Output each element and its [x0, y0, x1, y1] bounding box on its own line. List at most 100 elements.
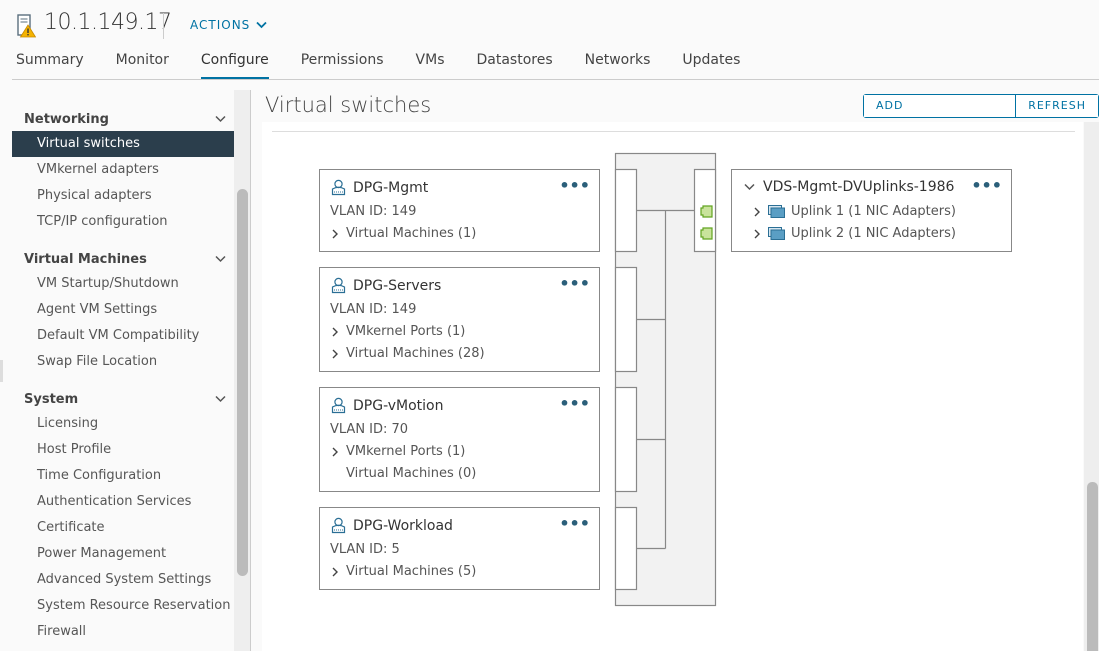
vlan-id: VLAN ID: 149 [330, 302, 417, 317]
sidebar-item-physical-adapters[interactable]: Physical adapters [12, 183, 234, 209]
chevron-right-icon [754, 229, 760, 238]
chevron-right-icon [754, 207, 760, 216]
sidebar-item-firewall[interactable]: Firewall [12, 619, 234, 645]
tab-vms[interactable]: VMs [416, 52, 445, 79]
sidebar-item-agent-vm-settings[interactable]: Agent VM Settings [12, 297, 234, 323]
port-group-header[interactable]: DPG-vMotion [330, 397, 444, 414]
port-group-icon [331, 397, 346, 414]
sidebar-item-system-resource-reservation[interactable]: System Resource Reservation [12, 593, 234, 619]
sidebar-item-licensing[interactable]: Licensing [12, 411, 234, 437]
uplink-item[interactable]: Uplink 1 (1 NIC Adapters) [752, 204, 956, 219]
port-group-card-dpg-workload: DPG-Workload ••• VLAN ID: 5 Virtual Machine… [319, 507, 600, 590]
port-group-name: DPG-Workload [353, 517, 453, 534]
vlan-id: VLAN ID: 149 [330, 204, 417, 219]
port-group-name: DPG-Mgmt [353, 179, 429, 196]
sidebar-group-label: Networking [24, 112, 109, 127]
port-group-row-label: Virtual Machines (28) [346, 346, 485, 361]
refresh-button[interactable]: REFRESH [1015, 95, 1098, 117]
port-group-row[interactable]: VMkernel Ports (1) [330, 324, 465, 339]
object-tabs: Summary Monitor Configure Permissions VMs Dat… [16, 52, 772, 80]
left-edge-marker [0, 360, 3, 382]
port-group-more-button[interactable]: ••• [559, 178, 590, 194]
port-group-row[interactable]: Virtual Machines (1) [330, 226, 476, 241]
uplink-label: Uplink 1 (1 NIC Adapters) [791, 204, 956, 219]
port-group-icon [331, 517, 346, 534]
sidebar-item-time-configuration[interactable]: Time Configuration [12, 463, 234, 489]
panel-divider [272, 131, 1075, 132]
tab-networks[interactable]: Networks [585, 52, 651, 79]
main-scrollbar-thumb[interactable] [1087, 482, 1098, 651]
tab-permissions[interactable]: Permissions [301, 52, 384, 79]
port-group-row[interactable]: Virtual Machines (5) [330, 564, 476, 579]
uplinks-name: VDS-Mgmt-DVUplinks-1986 [763, 179, 955, 195]
port-group-row-label: Virtual Machines (1) [346, 226, 477, 241]
sidebar-scrollbar-thumb[interactable] [237, 189, 248, 576]
sidebar-group-system[interactable]: System [24, 392, 226, 407]
actions-menu-button[interactable]: ACTIONS [190, 18, 267, 32]
uplink-item[interactable]: Uplink 2 (1 NIC Adapters) [752, 226, 956, 241]
port-group-row: Virtual Machines (0) [330, 466, 476, 481]
page-title: Virtual switches [265, 93, 432, 117]
tab-summary[interactable]: Summary [16, 52, 84, 79]
sidebar-item-vmkernel-adapters[interactable]: VMkernel adapters [12, 157, 234, 183]
uplink-label: Uplink 2 (1 NIC Adapters) [791, 226, 956, 241]
uplink-nic-icon [768, 227, 785, 240]
chevron-right-icon [332, 349, 338, 358]
chevron-down-icon [744, 183, 755, 191]
sidebar-item-swap-file-location[interactable]: Swap File Location [12, 349, 234, 375]
uplinks-card: VDS-Mgmt-DVUplinks-1986 ••• Uplink 1 (1 … [731, 169, 1012, 252]
port-group-header[interactable]: DPG-Mgmt [330, 179, 428, 196]
header-divider [163, 13, 164, 39]
object-header: 10.1.149.17 ACTIONS Summary Monitor Config… [0, 0, 1099, 80]
port-group-row-label: VMkernel Ports (1) [346, 324, 466, 339]
port-group-header[interactable]: DPG-Workload [330, 517, 453, 534]
port-group-more-button[interactable]: ••• [559, 396, 590, 412]
tab-monitor[interactable]: Monitor [116, 52, 169, 79]
host-warning-icon [17, 14, 36, 38]
chevron-down-icon [256, 21, 267, 29]
vlan-id: VLAN ID: 70 [330, 422, 409, 437]
configure-sidebar: Networking Virtual switches VMkernel adapt… [0, 90, 252, 651]
sidebar-item-power-management[interactable]: Power Management [12, 541, 234, 567]
sidebar-item-advanced-system-settings[interactable]: Advanced System Settings [12, 567, 234, 593]
uplinks-card-header[interactable]: VDS-Mgmt-DVUplinks-1986 [744, 179, 954, 195]
sidebar-item-virtual-switches[interactable]: Virtual switches [12, 131, 234, 157]
port-group-header[interactable]: DPG-Servers [330, 277, 441, 294]
sidebar-item-authentication-services[interactable]: Authentication Services [12, 489, 234, 515]
vlan-id: VLAN ID: 5 [330, 542, 400, 557]
port-group-card-dpg-servers: DPG-Servers ••• VLAN ID: 149 VMkernel Ports… [319, 267, 600, 372]
tab-configure[interactable]: Configure [200, 52, 269, 80]
sidebar-group-networking[interactable]: Networking [24, 112, 226, 127]
sidebar-group-label: Virtual Machines [24, 252, 147, 267]
uplink-nic-icon [768, 205, 785, 218]
port-group-more-button[interactable]: ••• [559, 276, 590, 292]
port-group-more-button[interactable]: ••• [559, 516, 590, 532]
port-group-row-label: Virtual Machines (5) [346, 564, 477, 579]
sidebar-item-tcp-ip-configuration[interactable]: TCP/IP configuration [12, 209, 234, 235]
port-group-row-label: Virtual Machines (0) [346, 466, 477, 481]
chevron-down-icon [215, 115, 226, 123]
chevron-down-icon [215, 255, 226, 263]
tab-updates[interactable]: Updates [682, 52, 740, 79]
port-group-card-dpg-vmotion: DPG-vMotion ••• VLAN ID: 70 VMkernel Ports … [319, 387, 600, 492]
add-networking-button[interactable]: ADD NETWORKING... [864, 95, 1016, 134]
port-group-row[interactable]: VMkernel Ports (1) [330, 444, 465, 459]
sidebar-group-label: System [24, 392, 79, 407]
host-title: 10.1.149.17 [44, 10, 172, 35]
tabs-divider [12, 79, 1099, 80]
port-group-icon [331, 179, 346, 196]
uplinks-more-button[interactable]: ••• [971, 178, 1002, 194]
sidebar-item-default-vm-compatibility[interactable]: Default VM Compatibility [12, 323, 234, 349]
port-group-row[interactable]: Virtual Machines (28) [330, 346, 485, 361]
chevron-right-icon [332, 567, 338, 576]
chevron-right-icon [332, 327, 338, 336]
sidebar-item-host-profile[interactable]: Host Profile [12, 437, 234, 463]
sidebar-item-certificate[interactable]: Certificate [12, 515, 234, 541]
actions-label: ACTIONS [190, 18, 251, 32]
port-group-name: DPG-vMotion [353, 397, 444, 414]
sidebar-group-virtual-machines[interactable]: Virtual Machines [24, 252, 226, 267]
port-group-card-dpg-mgmt: DPG-Mgmt ••• VLAN ID: 149 Virtual Machines … [319, 169, 600, 252]
sidebar-item-vm-startup-shutdown[interactable]: VM Startup/Shutdown [12, 271, 234, 297]
tab-datastores[interactable]: Datastores [477, 52, 553, 79]
chevron-right-icon [332, 447, 338, 456]
